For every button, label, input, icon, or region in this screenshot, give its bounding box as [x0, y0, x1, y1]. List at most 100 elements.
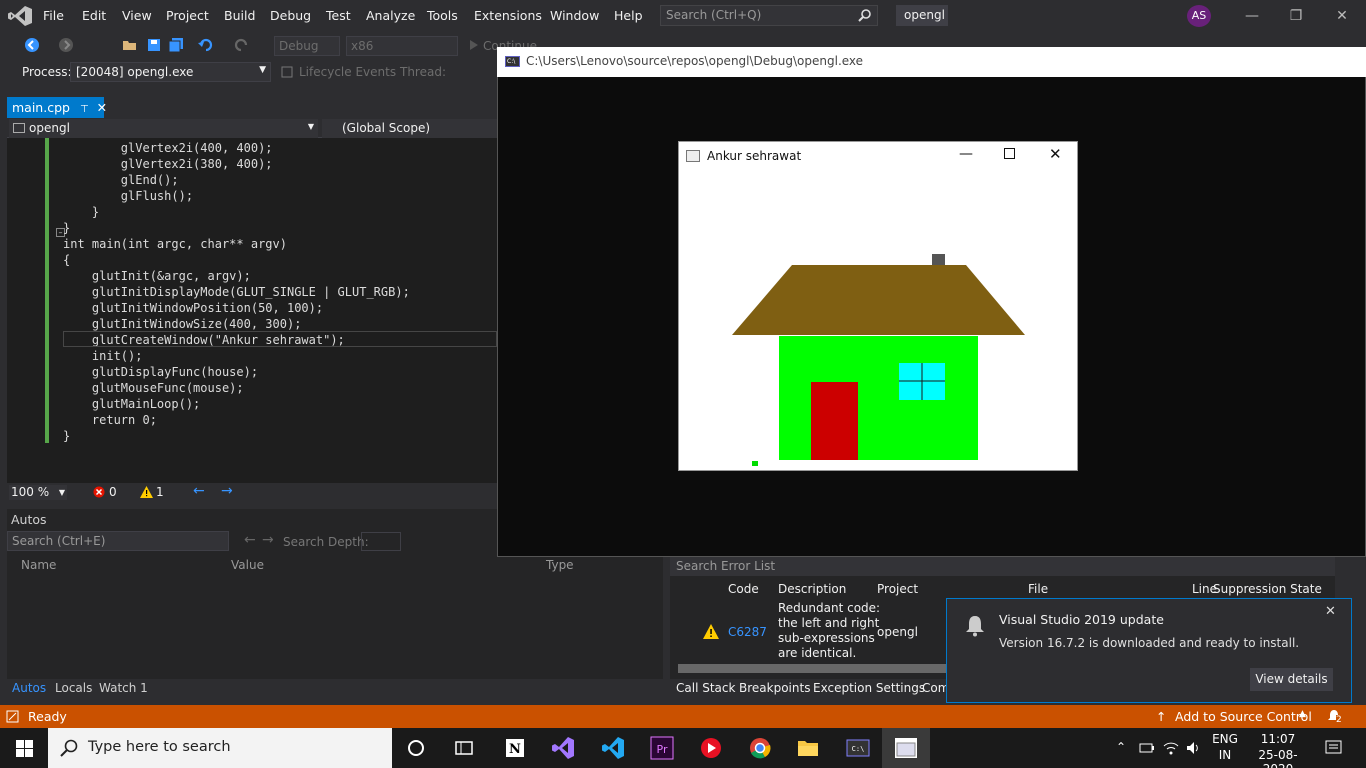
console-icon: C:\ — [505, 56, 520, 67]
notion-icon[interactable]: N — [503, 736, 527, 760]
code-text: glutInitWindowSize(400, 300); — [91, 317, 302, 331]
windows-start-icon[interactable] — [16, 740, 33, 757]
tab-main-cpp[interactable]: main.cpp ⊤ ✕ — [7, 97, 107, 118]
code-line: } — [63, 220, 70, 236]
menu-debug[interactable]: Debug — [270, 8, 311, 23]
code-text: } — [63, 221, 71, 235]
save-all-icon[interactable] — [168, 37, 184, 53]
view-details-button[interactable]: View details — [1250, 668, 1333, 691]
pin-icon[interactable]: ⊤ — [80, 104, 89, 115]
cortana-icon[interactable] — [404, 736, 428, 760]
tray-chevron-icon[interactable]: ⌃ — [1116, 740, 1126, 754]
vscode-icon[interactable] — [601, 736, 625, 760]
redo-icon[interactable] — [233, 37, 249, 53]
avatar[interactable]: AS — [1187, 5, 1211, 27]
table-row[interactable]: C6287 Redundant code: the left and right s… — [670, 598, 950, 662]
active-app-highlight[interactable] — [882, 728, 930, 768]
toast-close-icon[interactable]: ✕ — [1325, 604, 1336, 619]
code-line: glutInit(&argc, argv); — [63, 268, 251, 284]
media-player-icon[interactable] — [699, 736, 723, 760]
visual-studio-icon[interactable] — [551, 736, 575, 760]
chrome-icon[interactable] — [748, 736, 772, 760]
project-select[interactable]: opengl ▼ — [9, 119, 318, 138]
error-count: 0 — [109, 485, 117, 499]
lifecycle-events-label[interactable]: Lifecycle Events — [299, 65, 396, 79]
battery-icon[interactable] — [1139, 742, 1155, 754]
menu-project[interactable]: Project — [166, 8, 209, 23]
premiere-pro-icon[interactable]: Pr — [650, 736, 674, 760]
menu-edit[interactable]: Edit — [82, 8, 106, 23]
code-line: { — [63, 252, 70, 268]
file-explorer-icon[interactable] — [796, 736, 820, 760]
add-to-source-control[interactable]: Add to Source Control — [1175, 709, 1312, 724]
tab-autos[interactable]: Autos — [12, 681, 46, 695]
menu-help[interactable]: Help — [614, 8, 643, 23]
warning-count: 1 — [156, 485, 164, 499]
tab-breakpoints[interactable]: Breakpoints — [739, 681, 810, 695]
tab-exception-settings[interactable]: Exception Settings — [813, 681, 925, 695]
save-icon[interactable] — [146, 37, 162, 53]
error-icon[interactable] — [93, 486, 105, 498]
col-value: Value — [231, 558, 264, 572]
wifi-icon[interactable] — [1163, 740, 1179, 756]
process-select[interactable]: [20048] opengl.exe ▼ — [70, 62, 271, 82]
previous-issue-icon[interactable]: ← — [193, 483, 205, 499]
taskbar-search-input[interactable]: Type here to search — [48, 728, 392, 768]
chevron-up-icon[interactable]: ▲ — [1299, 709, 1306, 719]
minimize-button[interactable]: — — [1232, 4, 1272, 28]
task-view-icon[interactable] — [452, 736, 476, 760]
menu-tools[interactable]: Tools — [427, 8, 458, 23]
search-depth-select[interactable] — [361, 532, 401, 551]
code-editor[interactable]: – glVertex2i(400, 400); glVertex2i(380, … — [7, 138, 497, 483]
scope-select[interactable]: (Global Scope) — [322, 119, 497, 138]
menu-test[interactable]: Test — [326, 8, 351, 23]
restore-button[interactable]: ❐ — [1276, 4, 1316, 28]
menu-build[interactable]: Build — [224, 8, 255, 23]
col-code: Code — [728, 582, 759, 596]
zoom-select[interactable]: 100 % ▼ — [9, 485, 67, 500]
opengl-window[interactable]: Ankur sehrawat — ✕ — [678, 141, 1078, 471]
thread-label: Thread: — [400, 65, 447, 79]
horizontal-scrollbar[interactable] — [678, 664, 948, 673]
action-center-icon[interactable] — [1325, 740, 1342, 756]
taskbar-search-placeholder: Type here to search — [88, 739, 231, 755]
open-folder-icon[interactable] — [122, 37, 138, 53]
change-tracking-bar — [45, 138, 49, 443]
console-app-icon[interactable]: C:\ — [846, 736, 870, 760]
error-list-search-input[interactable]: Search Error List — [670, 556, 1335, 576]
search-input[interactable]: Search (Ctrl+Q) — [660, 5, 878, 26]
undo-icon[interactable] — [198, 37, 214, 53]
search-forward-icon[interactable]: → — [262, 532, 274, 548]
tab-call-stack[interactable]: Call Stack — [676, 681, 735, 695]
house-chimney — [932, 254, 945, 266]
autos-search-input[interactable]: Search (Ctrl+E) — [7, 531, 229, 551]
menu-window[interactable]: Window — [550, 8, 599, 23]
close-tab-icon[interactable]: ✕ — [97, 100, 107, 115]
forward-icon[interactable] — [58, 37, 74, 53]
menu-view[interactable]: View — [122, 8, 152, 23]
console-path: C:\Users\Lenovo\source\repos\opengl\Debu… — [526, 54, 864, 68]
back-icon[interactable] — [24, 37, 40, 53]
next-issue-icon[interactable]: → — [221, 483, 233, 499]
close-button[interactable]: ✕ — [1322, 4, 1362, 28]
search-back-icon[interactable]: ← — [244, 532, 256, 548]
editor-status-bar: 100 % ▼ 0 1 ← → — [7, 483, 497, 501]
console-title-bar[interactable]: C:\ C:\Users\Lenovo\source\repos\opengl\… — [497, 47, 1366, 77]
code-line: glutDisplayFunc(house); — [63, 364, 258, 380]
menu-analyze[interactable]: Analyze — [366, 8, 415, 23]
continue-icon[interactable] — [466, 37, 482, 53]
code-text: glutMainLoop(); — [91, 397, 201, 411]
menu-file[interactable]: File — [43, 8, 64, 23]
tab-locals[interactable]: Locals — [55, 681, 92, 695]
update-notification[interactable]: Visual Studio 2019 update Version 16.7.2… — [946, 598, 1352, 703]
platform-select[interactable]: x86 — [346, 36, 458, 56]
code-line: glEnd(); — [63, 172, 179, 188]
warning-icon[interactable] — [140, 486, 153, 498]
configuration-select[interactable]: Debug — [274, 36, 340, 56]
language-indicator[interactable]: ENG IN — [1212, 732, 1238, 762]
tab-watch-1[interactable]: Watch 1 — [99, 681, 148, 695]
menu-extensions[interactable]: Extensions — [474, 8, 542, 23]
volume-icon[interactable] — [1186, 740, 1202, 756]
clock[interactable]: 11:0725-08-2020 — [1245, 732, 1311, 768]
error-code-link[interactable]: C6287 — [728, 625, 767, 639]
